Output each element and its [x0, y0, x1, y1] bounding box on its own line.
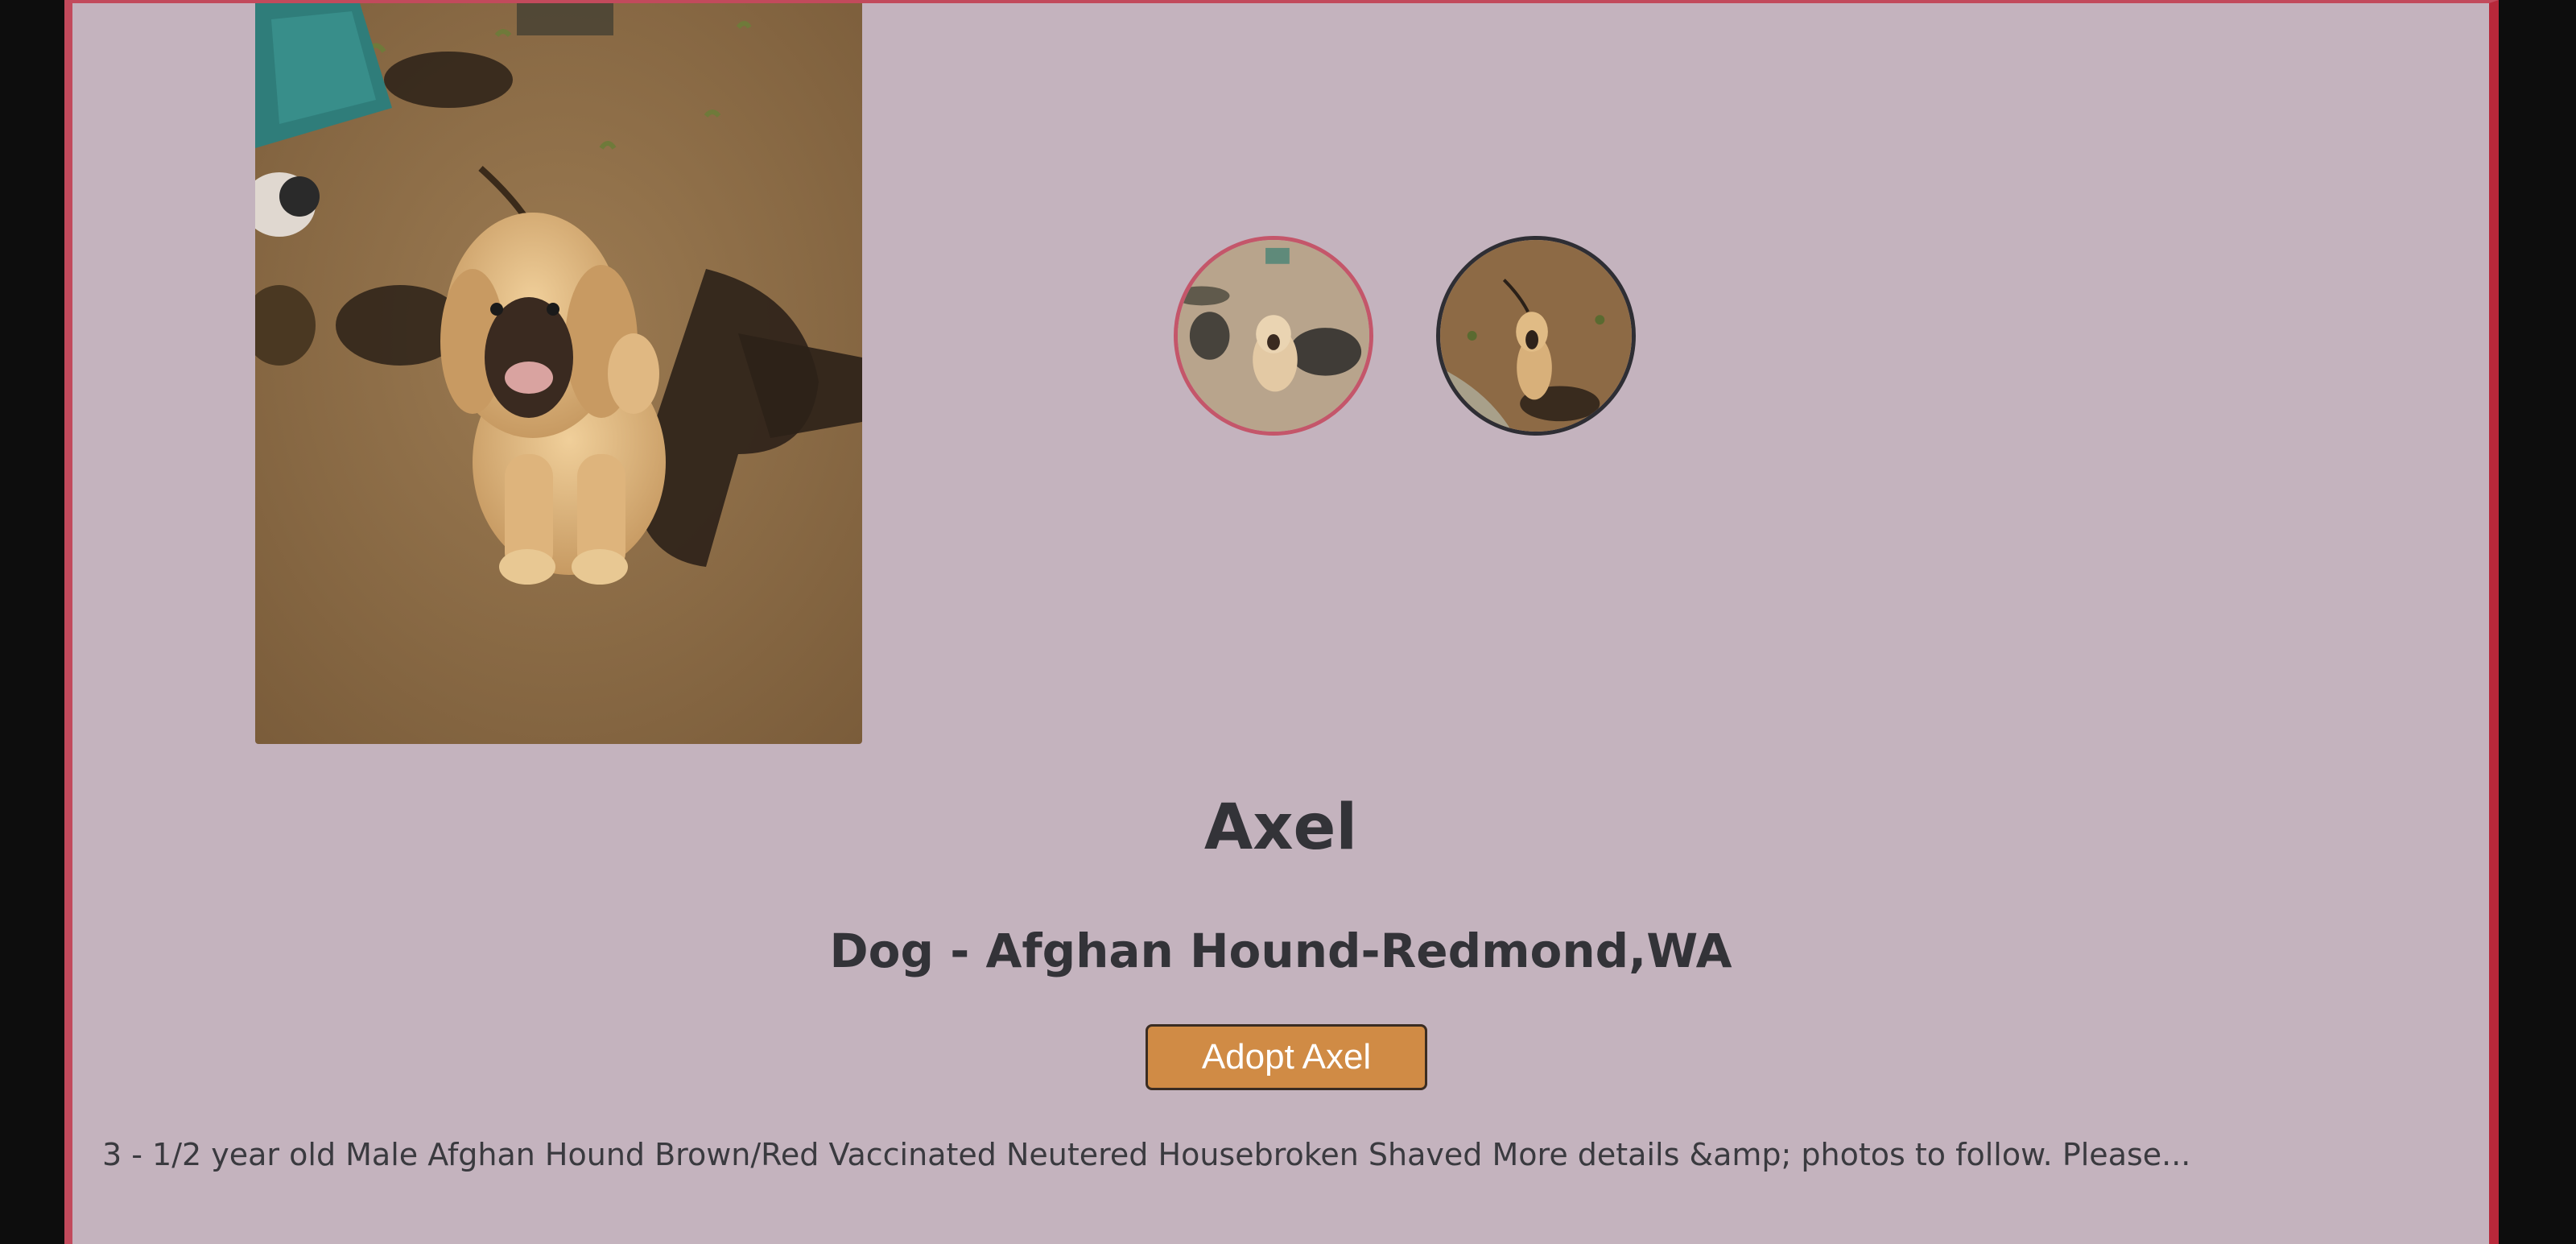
pet-type-breed-location: Dog - Afghan Hound-Redmond,WA	[829, 924, 1732, 978]
main-dog-photo	[255, 3, 862, 744]
photo-thumbnail-1[interactable]	[1174, 236, 1373, 436]
pet-description: 3 - 1/2 year old Male Afghan Hound Brown…	[102, 1137, 2191, 1172]
pet-detail-panel: Axel Dog - Afghan Hound-Redmond,WA Adopt…	[64, 0, 2499, 1244]
dog-photo-thumbnail	[1440, 240, 1632, 432]
dog-photo-thumbnail	[1178, 240, 1369, 432]
adopt-button[interactable]: Adopt Axel	[1146, 1024, 1427, 1090]
pet-name: Axel	[1203, 791, 1358, 864]
photo-thumbnail-2[interactable]	[1436, 236, 1636, 436]
